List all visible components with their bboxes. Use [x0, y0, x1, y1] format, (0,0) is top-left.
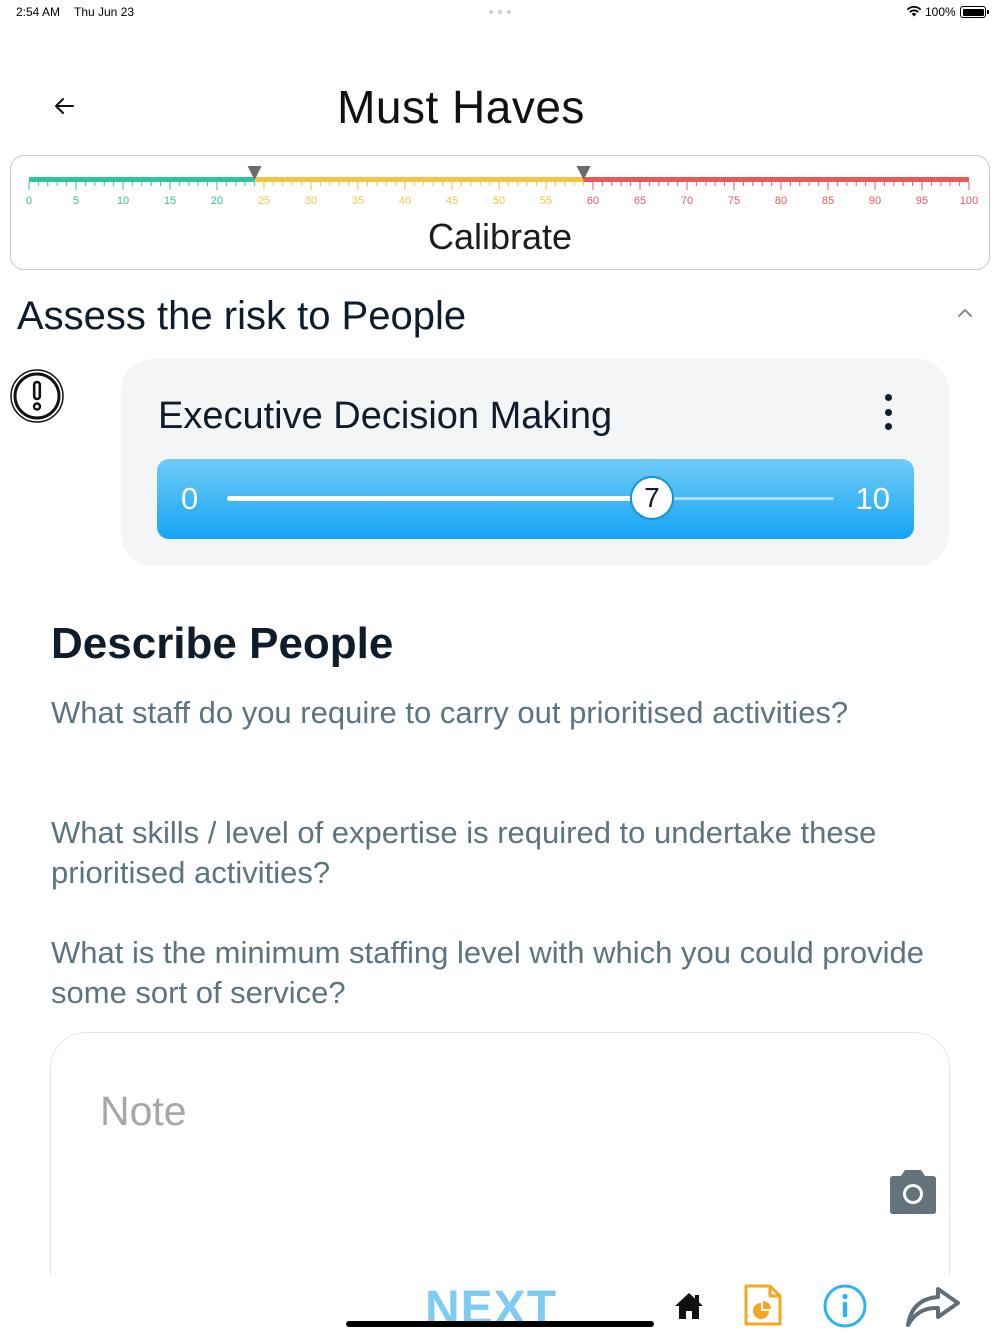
score-card: Executive Decision Making 0 7 10	[121, 359, 949, 566]
warning-icon[interactable]	[10, 368, 66, 424]
ruler-tick-label: 65	[634, 195, 646, 207]
status-date: Thu Jun 23	[74, 5, 135, 19]
status-time: 2:54 AM	[16, 5, 61, 19]
slider-min-label: 0	[181, 481, 199, 516]
ruler-tick-label: 5	[73, 195, 79, 207]
multitasking-dots-icon[interactable]	[489, 10, 511, 14]
question-1: What staff do you require to carry out p…	[51, 695, 849, 730]
note-input[interactable]: Note	[50, 1032, 950, 1292]
slider-max-label: 10	[855, 481, 890, 516]
ruler-tick-label: 70	[681, 195, 693, 207]
question-3: What is the minimum staffing level with …	[51, 935, 924, 1010]
ruler-tick-label: 75	[728, 195, 740, 207]
wifi-icon	[906, 6, 922, 17]
more-options-icon[interactable]	[877, 394, 899, 430]
ruler-tick-label: 20	[211, 195, 223, 207]
battery-percent: 100%	[925, 5, 956, 19]
ruler-tick-label: 0	[26, 195, 32, 207]
ruler-tick-label: 10	[117, 195, 129, 207]
calibrate-card[interactable]: 0 5 10 15 20 25 30 35 40 45 50 55 60 65 70 75 80 85 90 95 10…	[10, 155, 990, 270]
slider-track[interactable]	[227, 496, 834, 501]
info-icon[interactable]	[822, 1283, 868, 1329]
calibrate-label: Calibrate	[427, 216, 573, 257]
score-slider[interactable]: 0 7 10	[157, 459, 914, 539]
ruler-tick-label: 40	[399, 195, 411, 207]
ruler-tick-label: 100	[960, 195, 978, 207]
report-icon[interactable]	[741, 1283, 785, 1327]
slider-fill	[227, 496, 652, 501]
ruler-tick-label: 80	[775, 195, 787, 207]
bottom-bar: NEXT	[0, 1275, 1000, 1334]
share-icon[interactable]	[904, 1283, 962, 1329]
ruler-tick-label: 85	[822, 195, 834, 207]
ruler-tick-label: 55	[540, 195, 552, 207]
ruler-zone-1	[254, 177, 584, 182]
ruler-tick-label: 25	[258, 195, 270, 207]
ruler-tick-label: 50	[493, 195, 505, 207]
ruler-tick-label: 15	[164, 195, 176, 207]
ruler-tick-label: 35	[352, 195, 364, 207]
home-indicator	[346, 1321, 654, 1327]
describe-title: Describe People	[51, 619, 394, 668]
section-title: Assess the risk to People	[17, 294, 467, 338]
ruler-tick-label: 95	[916, 195, 928, 207]
ruler-zone-0	[29, 177, 255, 182]
status-bar: 2:54 AM Thu Jun 23 100%	[0, 0, 1000, 24]
ruler-tick-label: 45	[446, 195, 458, 207]
camera-icon[interactable]	[886, 1167, 940, 1215]
ruler-zone-2	[583, 177, 969, 182]
score-card-title: Executive Decision Making	[158, 395, 613, 437]
note-placeholder: Note	[100, 1088, 187, 1134]
battery-icon	[960, 6, 989, 18]
ruler-tick-label: 90	[869, 195, 881, 207]
ruler-tick-label: 60	[587, 195, 599, 207]
page-title: Must Haves	[337, 81, 585, 133]
calibration-ruler: 0 5 10 15 20 25 30 35 40 45 50 55 60 65 70 75 80 85 90 95 10…	[26, 166, 978, 207]
question-2: What skills / level of expertise is requ…	[51, 815, 877, 890]
home-icon[interactable]	[673, 1291, 705, 1321]
slider-thumb[interactable]: 7	[629, 476, 674, 520]
ruler-tick-label: 30	[305, 195, 317, 207]
chevron-up-icon[interactable]	[955, 305, 975, 321]
